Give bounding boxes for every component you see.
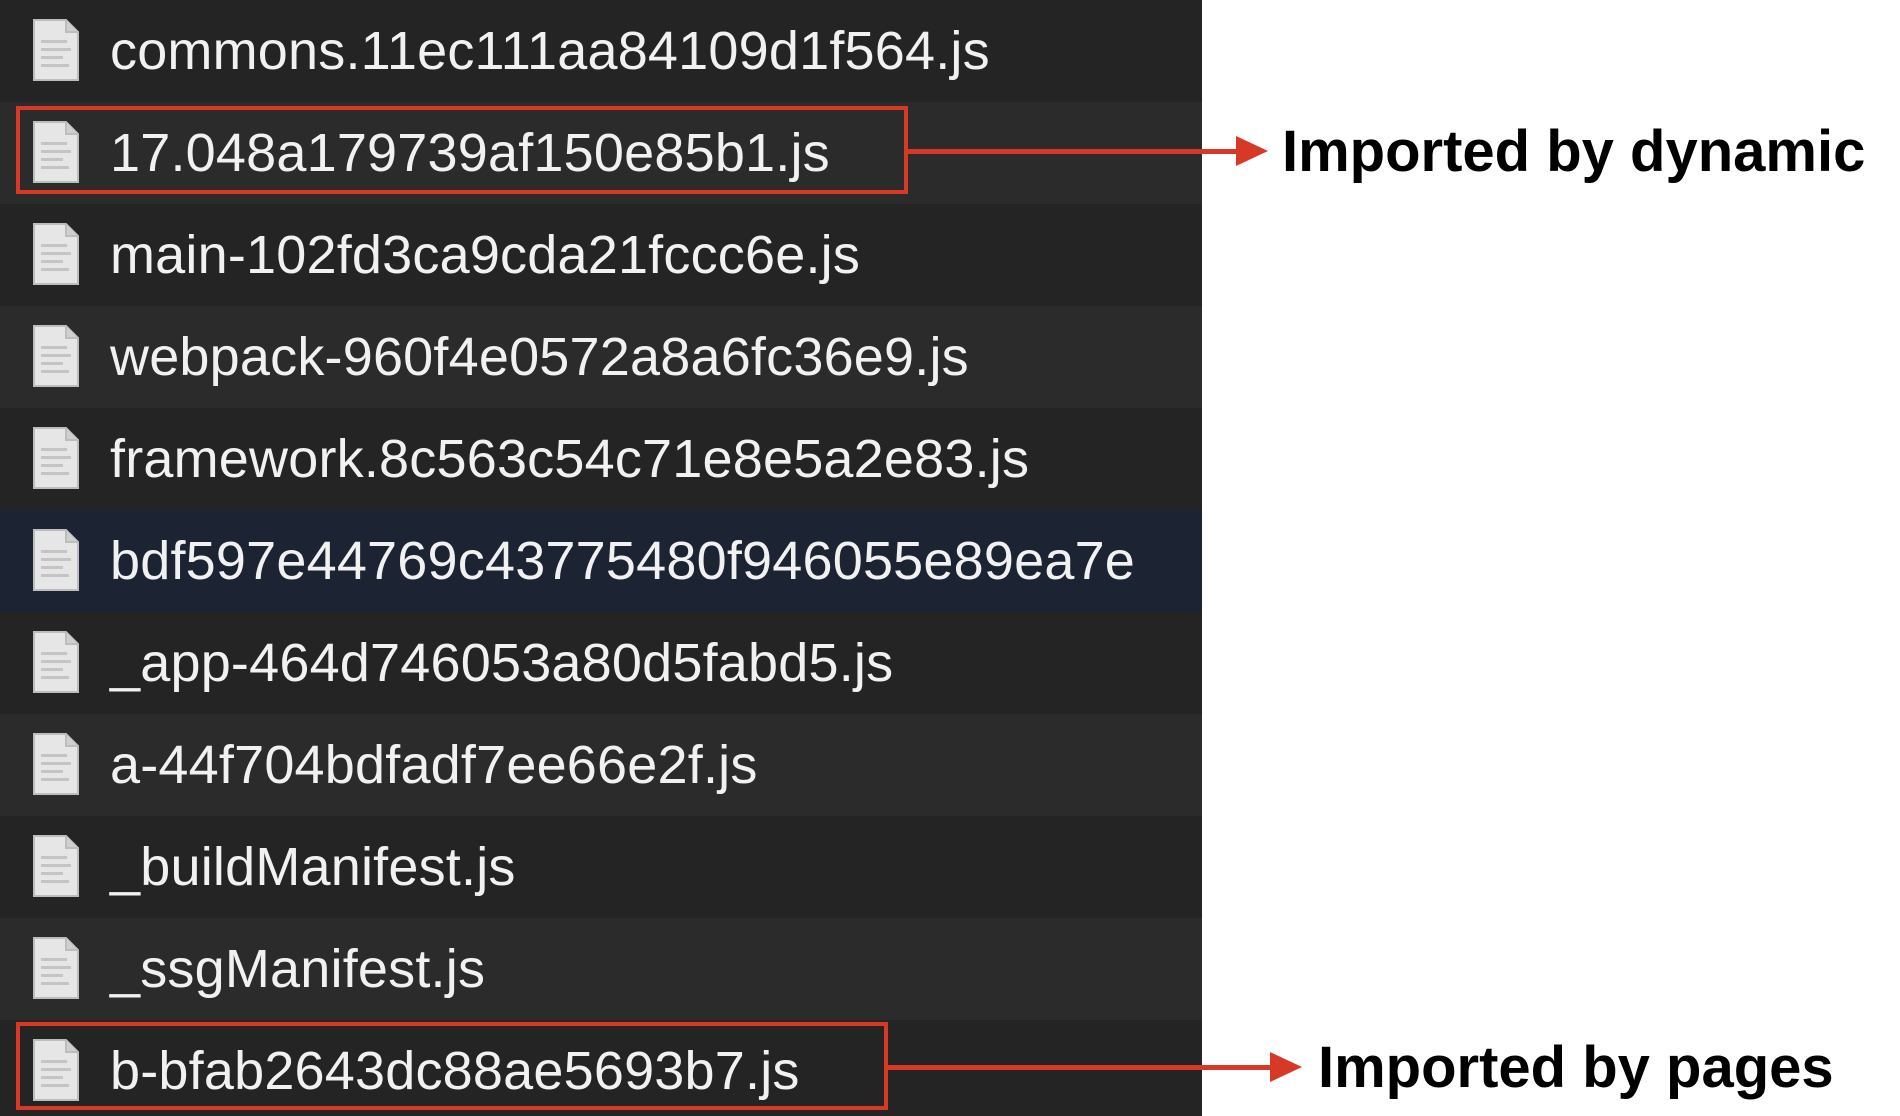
arrowhead-icon — [1236, 136, 1268, 166]
callout-arrow-pages — [888, 1065, 1272, 1070]
file-name: _ssgManifest.js — [110, 939, 486, 999]
file-row[interactable]: _app-464d746053a80d5fabd5.js — [0, 612, 1202, 714]
document-icon — [33, 427, 79, 489]
file-row[interactable]: a-44f704bdfadf7ee66e2f.js — [0, 714, 1202, 816]
file-name: webpack-960f4e0572a8a6fc36e9.js — [110, 327, 969, 387]
file-row-selected[interactable]: bdf597e44769c43775480f946055e89ea7e — [0, 510, 1202, 612]
file-name: a-44f704bdfadf7ee66e2f.js — [110, 735, 758, 795]
document-icon — [33, 631, 79, 693]
file-row[interactable]: main-102fd3ca9cda21fccc6e.js — [0, 204, 1202, 306]
document-icon — [33, 325, 79, 387]
file-name: b-bfab2643dc88ae5693b7.js — [110, 1041, 800, 1101]
file-name: main-102fd3ca9cda21fccc6e.js — [110, 225, 861, 285]
document-icon — [33, 733, 79, 795]
file-row[interactable]: _buildManifest.js — [0, 816, 1202, 918]
file-row[interactable]: webpack-960f4e0572a8a6fc36e9.js — [0, 306, 1202, 408]
document-icon — [33, 121, 79, 183]
document-icon — [33, 223, 79, 285]
file-name: framework.8c563c54c71e8e5a2e83.js — [110, 429, 1030, 489]
document-icon — [33, 1039, 79, 1101]
file-name: _buildManifest.js — [110, 837, 516, 897]
callout-arrow-dynamic — [908, 149, 1238, 154]
arrowhead-icon — [1270, 1052, 1302, 1082]
callout-label-pages: Imported by pages — [1318, 1035, 1834, 1100]
document-icon — [33, 835, 79, 897]
document-icon — [33, 19, 79, 81]
network-file-list: commons.11ec111aa84109d1f564.js 17.048a1… — [0, 0, 1202, 1116]
document-icon — [33, 937, 79, 999]
file-name: 17.048a179739af150e85b1.js — [110, 123, 830, 183]
document-icon — [33, 529, 79, 591]
file-name: _app-464d746053a80d5fabd5.js — [110, 633, 894, 693]
file-row[interactable]: commons.11ec111aa84109d1f564.js — [0, 0, 1202, 102]
callout-label-dynamic: Imported by dynamic — [1282, 119, 1866, 184]
file-name: commons.11ec111aa84109d1f564.js — [110, 21, 990, 81]
file-name: bdf597e44769c43775480f946055e89ea7e — [110, 531, 1136, 591]
file-row[interactable]: framework.8c563c54c71e8e5a2e83.js — [0, 408, 1202, 510]
file-row[interactable]: _ssgManifest.js — [0, 918, 1202, 1020]
